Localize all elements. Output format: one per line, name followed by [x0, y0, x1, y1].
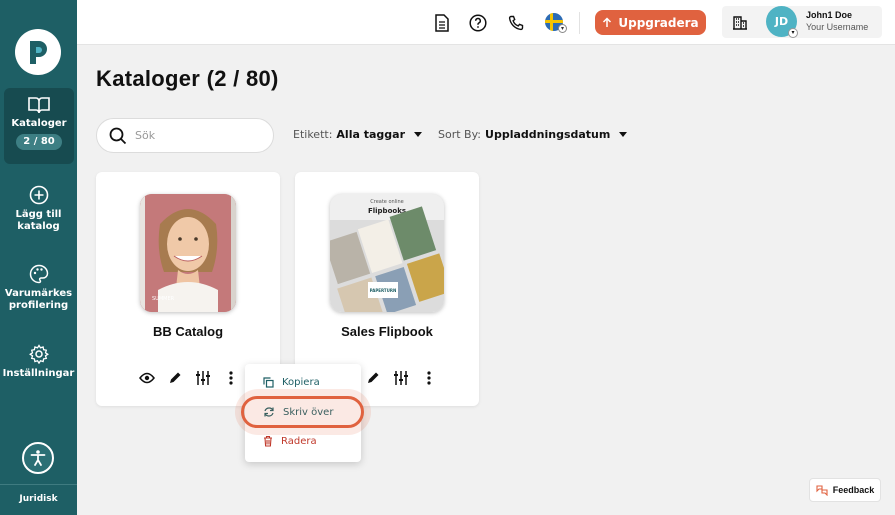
catalog-title: Sales Flipbook [341, 324, 433, 339]
open-book-icon [4, 96, 74, 114]
sidebar: Kataloger 2 / 80 Lägg till katalog Varum… [0, 0, 77, 515]
sidebar-item-add-catalog[interactable]: Lägg till katalog [0, 185, 77, 233]
search-icon [109, 127, 127, 144]
accessibility-icon [30, 450, 46, 466]
sidebar-item-label: Lägg till katalog [15, 209, 62, 232]
copy-icon [263, 377, 274, 388]
sliders-icon[interactable] [393, 370, 409, 386]
menu-item-copy[interactable]: Kopiera [263, 377, 320, 388]
arrow-up-icon [603, 17, 612, 27]
portrait-image: SUMMER [140, 194, 236, 312]
feedback-button[interactable]: Feedback [809, 478, 881, 502]
kebab-menu-icon[interactable] [421, 370, 437, 386]
plus-circle-icon [0, 185, 77, 205]
eye-icon[interactable] [139, 370, 155, 386]
menu-item-label: Radera [281, 435, 317, 447]
legal-link[interactable]: Juridisk [0, 494, 77, 504]
tag-filter-value: Alla taggar [336, 128, 405, 141]
pencil-icon[interactable] [365, 370, 381, 386]
tag-filter-dropdown[interactable]: Etikett: Alla taggar [293, 128, 422, 141]
pencil-icon[interactable] [167, 370, 183, 386]
sidebar-item-label: Inställningar [2, 368, 75, 379]
sort-value: Uppladdningsdatum [485, 128, 611, 141]
svg-text:SUMMER: SUMMER [152, 296, 175, 302]
building-icon[interactable] [732, 14, 748, 34]
tag-filter-label: Etikett: [293, 128, 333, 141]
chevron-down-icon: ▾ [558, 24, 567, 33]
caret-down-icon [414, 132, 422, 137]
menu-item-label: Kopiera [282, 377, 320, 388]
sidebar-item-branding[interactable]: Varumärkes profilering [0, 264, 77, 312]
sliders-icon[interactable] [195, 370, 211, 386]
search-input[interactable] [135, 129, 265, 142]
cover-title: Create online [370, 199, 403, 205]
user-menu[interactable]: JD ▾ John1 Doe Your Username [722, 6, 882, 38]
sidebar-item-settings[interactable]: Inställningar [0, 344, 77, 380]
catalog-title: BB Catalog [152, 324, 224, 339]
sort-label: Sort By: [438, 128, 482, 141]
catalog-thumbnail[interactable]: Create online Flipbooks PAPERTURN [330, 194, 444, 312]
kebab-menu-icon[interactable] [223, 370, 239, 386]
gear-icon [0, 344, 77, 364]
phone-icon[interactable] [506, 13, 526, 33]
sidebar-item-kataloger[interactable]: Kataloger 2 / 80 [4, 88, 74, 164]
cover-brand: PAPERTURN [370, 288, 397, 293]
sort-dropdown[interactable]: Sort By: Uppladdningsdatum [438, 128, 628, 141]
sidebar-item-label: Kataloger [11, 118, 67, 129]
card-actions [365, 370, 437, 386]
chevron-down-icon: ▾ [788, 28, 798, 38]
catalog-count-badge: 2 / 80 [16, 134, 62, 150]
search-box[interactable] [96, 118, 274, 153]
flipbook-cover-image: Create online Flipbooks PAPERTURN [330, 194, 444, 312]
help-icon[interactable] [468, 13, 488, 33]
user-username: Your Username [806, 22, 869, 32]
app-logo[interactable] [15, 29, 61, 75]
upgrade-label: Uppgradera [618, 15, 699, 30]
top-header: ▾ Uppgradera JD ▾ John1 Doe Your Usernam… [77, 0, 895, 45]
document-icon[interactable] [432, 13, 452, 33]
page-title: Kataloger (2 / 80) [96, 66, 279, 91]
catalog-thumbnail[interactable]: SUMMER [140, 194, 236, 312]
user-name: John1 Doe [806, 10, 853, 20]
sidebar-item-label: Varumärkes profilering [4, 288, 73, 311]
trash-icon [264, 435, 272, 447]
menu-item-delete[interactable]: Radera [263, 435, 317, 447]
header-divider [579, 12, 580, 34]
feedback-icon [816, 485, 828, 496]
sidebar-divider [0, 484, 77, 485]
feedback-label: Feedback [832, 485, 875, 495]
highlight-ring [241, 396, 364, 428]
palette-icon [0, 264, 77, 284]
card-actions [139, 370, 239, 386]
upgrade-button[interactable]: Uppgradera [595, 10, 706, 35]
logo-icon [30, 41, 47, 64]
accessibility-button[interactable] [22, 442, 54, 474]
caret-down-icon [619, 132, 628, 137]
